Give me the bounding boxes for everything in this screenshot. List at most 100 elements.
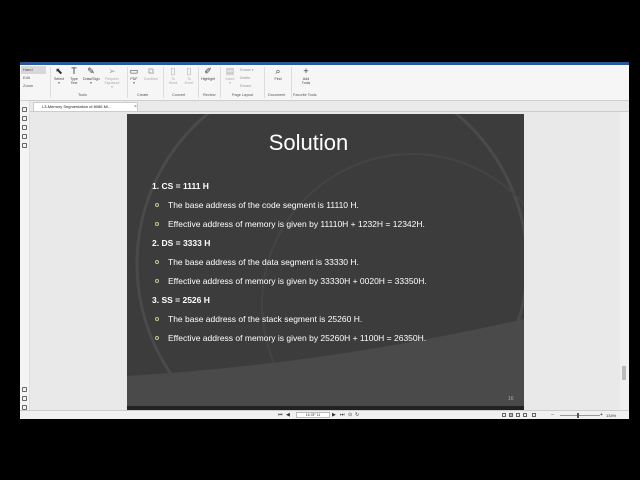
insert-label: Insert ▾: [225, 77, 235, 85]
divider: [198, 67, 199, 98]
bookmarks-icon[interactable]: [22, 107, 27, 112]
comments-icon[interactable]: [22, 134, 27, 139]
group-label-create: Create: [137, 93, 149, 97]
find-button[interactable]: ⌕ Find: [270, 66, 286, 81]
prev-page-icon[interactable]: ◀: [286, 412, 290, 419]
bullet-icon: [155, 279, 159, 283]
section-heading: 3. SS = 2526 H: [152, 295, 210, 305]
bullet-text: Effective address of memory is given by …: [168, 333, 427, 343]
bullet-item: Effective address of memory is given by …: [155, 219, 425, 229]
bullet-text: Effective address of memory is given by …: [168, 219, 425, 229]
extract-button[interactable]: Extract: [240, 84, 251, 88]
next-page-icon[interactable]: ▶: [332, 412, 336, 419]
bullet-item: The base address of the data segment is …: [155, 257, 359, 267]
find-label: Find: [274, 77, 282, 81]
combine-button[interactable]: ⧉ Combine: [143, 66, 159, 81]
zoom-slider[interactable]: [560, 415, 600, 416]
group-label-page-layout: Page Layout: [232, 93, 254, 97]
select-button[interactable]: ⬉ Select ▾: [51, 66, 67, 85]
zoom-tool[interactable]: Zoom: [21, 82, 46, 90]
pdf-icon: ▭: [129, 66, 139, 76]
layers-icon[interactable]: [22, 387, 27, 392]
combine-icon: ⧉: [147, 66, 155, 76]
divider: [291, 67, 292, 98]
status-bar: ⏮ ◀ 16 OF 11 ▶ ⏭ ⊙ ↻ − + 134%: [20, 410, 629, 419]
slide-number: 16: [508, 396, 514, 402]
to-excel-label: To Excel: [184, 77, 194, 85]
type-icon: T: [71, 66, 77, 76]
draw-sign-label: Draw/Sign ▾: [83, 77, 100, 85]
insert-button[interactable]: ▤ Insert ▾: [222, 66, 238, 85]
section-heading: 1. CS = 1111 H: [152, 181, 209, 191]
slide-page: Solution 1. CS = 1111 H The base address…: [127, 114, 524, 410]
request-signature-icon: ➢: [108, 66, 116, 76]
divider: [220, 67, 221, 98]
bullet-text: The base address of the code segment is …: [168, 200, 359, 210]
single-page-view-icon[interactable]: [502, 413, 506, 417]
page-indicator[interactable]: 16 OF 11: [296, 412, 330, 418]
fit-page-icon[interactable]: ⊙: [348, 412, 352, 419]
pdf-label: PDF ▾: [130, 77, 138, 85]
zoom-level[interactable]: 134%: [606, 412, 616, 419]
left-sidebar: [20, 101, 30, 419]
app-window: Hand Edit Zoom ⬉ Select ▾ T Type Text ✎ …: [20, 62, 629, 419]
bullet-item: The base address of the stack segment is…: [155, 314, 362, 324]
attachments-icon[interactable]: [22, 143, 27, 148]
group-label-convert: Convert: [172, 93, 186, 97]
to-excel-icon: ▯: [186, 66, 192, 76]
bullet-item: Effective address of memory is given by …: [155, 276, 427, 286]
bullet-icon: [155, 317, 159, 321]
last-page-icon[interactable]: ⏭: [340, 412, 345, 419]
scroll-view-icon[interactable]: [509, 413, 513, 417]
search-icon: ⌕: [275, 66, 281, 76]
document-tab[interactable]: L3-Memory Segmentation of 8086 Mi... ×: [33, 102, 138, 111]
zoom-out-icon[interactable]: −: [551, 412, 554, 419]
bullet-item: Effective address of memory is given by …: [155, 333, 426, 343]
to-excel-button[interactable]: ▯ To Excel: [181, 66, 197, 85]
rotate-icon[interactable]: ↻: [355, 412, 359, 419]
bullet-icon: [155, 336, 159, 340]
add-tools-button[interactable]: + Add Tools: [298, 66, 314, 85]
group-label-document: Document: [268, 93, 286, 97]
pages-icon[interactable]: [22, 125, 27, 130]
bullet-item: The base address of the code segment is …: [155, 200, 359, 210]
divider: [163, 67, 164, 98]
divider: [264, 67, 265, 98]
link-icon[interactable]: [22, 396, 27, 401]
plus-icon: +: [303, 66, 309, 76]
zoom-slider-handle[interactable]: [577, 413, 579, 418]
book-view-icon[interactable]: [523, 413, 527, 417]
bullet-icon: [155, 203, 159, 207]
two-page-view-icon[interactable]: [516, 413, 520, 417]
zoom-in-icon[interactable]: +: [600, 412, 603, 419]
close-icon[interactable]: ×: [134, 103, 137, 111]
bullet-text: The base address of the data segment is …: [168, 257, 359, 267]
delete-button[interactable]: Delete: [240, 76, 250, 80]
first-page-icon[interactable]: ⏮: [278, 412, 283, 419]
edit-tool[interactable]: Edit: [21, 74, 46, 82]
hand-tool[interactable]: Hand: [21, 66, 46, 74]
reading-mode-icon[interactable]: [532, 413, 536, 417]
type-text-button[interactable]: T Type Text: [66, 66, 82, 85]
scrollbar-thumb[interactable]: [622, 366, 626, 380]
search-panel-icon[interactable]: [22, 116, 27, 121]
request-signature-button[interactable]: ➢ Request Signature ▾: [104, 66, 120, 89]
draw-sign-button[interactable]: ✎ Draw/Sign ▾: [83, 66, 100, 85]
bullet-icon: [155, 222, 159, 226]
highlight-label: Highlight: [201, 77, 215, 81]
mode-tools: Hand Edit Zoom: [21, 66, 46, 90]
document-tab-label: L3-Memory Segmentation of 8086 Mi...: [42, 104, 112, 109]
pdf-button[interactable]: ▭ PDF ▾: [126, 66, 142, 85]
group-label-tools: Tools: [78, 93, 87, 97]
add-tools-label: Add Tools: [301, 77, 311, 85]
to-word-label: To Word: [168, 77, 178, 85]
to-word-icon: ▯: [170, 66, 176, 76]
combine-label: Combine: [143, 77, 159, 81]
vertical-scrollbar[interactable]: [620, 112, 629, 410]
highlight-button[interactable]: ✐ Highlight: [200, 66, 216, 81]
bullet-text: The base address of the stack segment is…: [168, 314, 363, 324]
rotate-button[interactable]: Rotate ▾: [240, 68, 253, 72]
section-heading: 2. DS = 3333 H: [152, 238, 211, 248]
document-tab-bar: L3-Memory Segmentation of 8086 Mi... ×: [30, 101, 629, 112]
to-word-button[interactable]: ▯ To Word: [165, 66, 181, 85]
